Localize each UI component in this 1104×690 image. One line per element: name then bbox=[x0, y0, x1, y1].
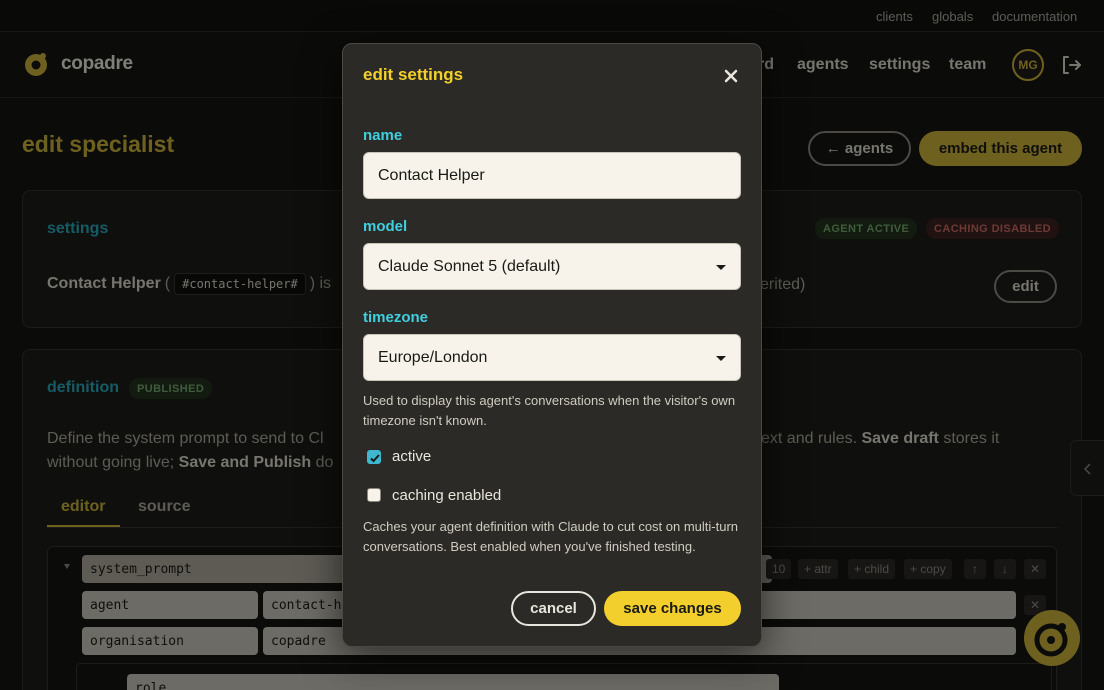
active-checkbox[interactable] bbox=[367, 450, 381, 464]
close-icon[interactable] bbox=[721, 66, 741, 86]
check-icon bbox=[370, 454, 380, 463]
caching-checkbox[interactable] bbox=[367, 488, 381, 502]
edit-settings-modal: edit settings name Contact Helper model … bbox=[342, 43, 762, 647]
timezone-select-value: Europe/London bbox=[378, 348, 488, 366]
active-checkbox-label[interactable]: active bbox=[392, 448, 431, 465]
chevron-down-icon bbox=[716, 265, 726, 270]
name-label: name bbox=[363, 127, 403, 144]
timezone-help-text: Used to display this agent's conversatio… bbox=[363, 393, 736, 428]
caching-checkbox-label[interactable]: caching enabled bbox=[392, 487, 501, 504]
name-input[interactable]: Contact Helper bbox=[363, 152, 741, 199]
cancel-button[interactable]: cancel bbox=[511, 591, 596, 626]
model-label: model bbox=[363, 218, 408, 235]
save-changes-button[interactable]: save changes bbox=[604, 591, 741, 626]
timezone-select[interactable]: Europe/London bbox=[363, 334, 741, 381]
chevron-down-icon bbox=[716, 356, 726, 361]
modal-title: edit settings bbox=[363, 65, 464, 84]
model-select-value: Claude Sonnet 5 (default) bbox=[378, 257, 561, 275]
caching-help-text: Caches your agent definition with Claude… bbox=[363, 519, 739, 554]
model-select[interactable]: Claude Sonnet 5 (default) bbox=[363, 243, 741, 290]
timezone-label: timezone bbox=[363, 309, 429, 326]
